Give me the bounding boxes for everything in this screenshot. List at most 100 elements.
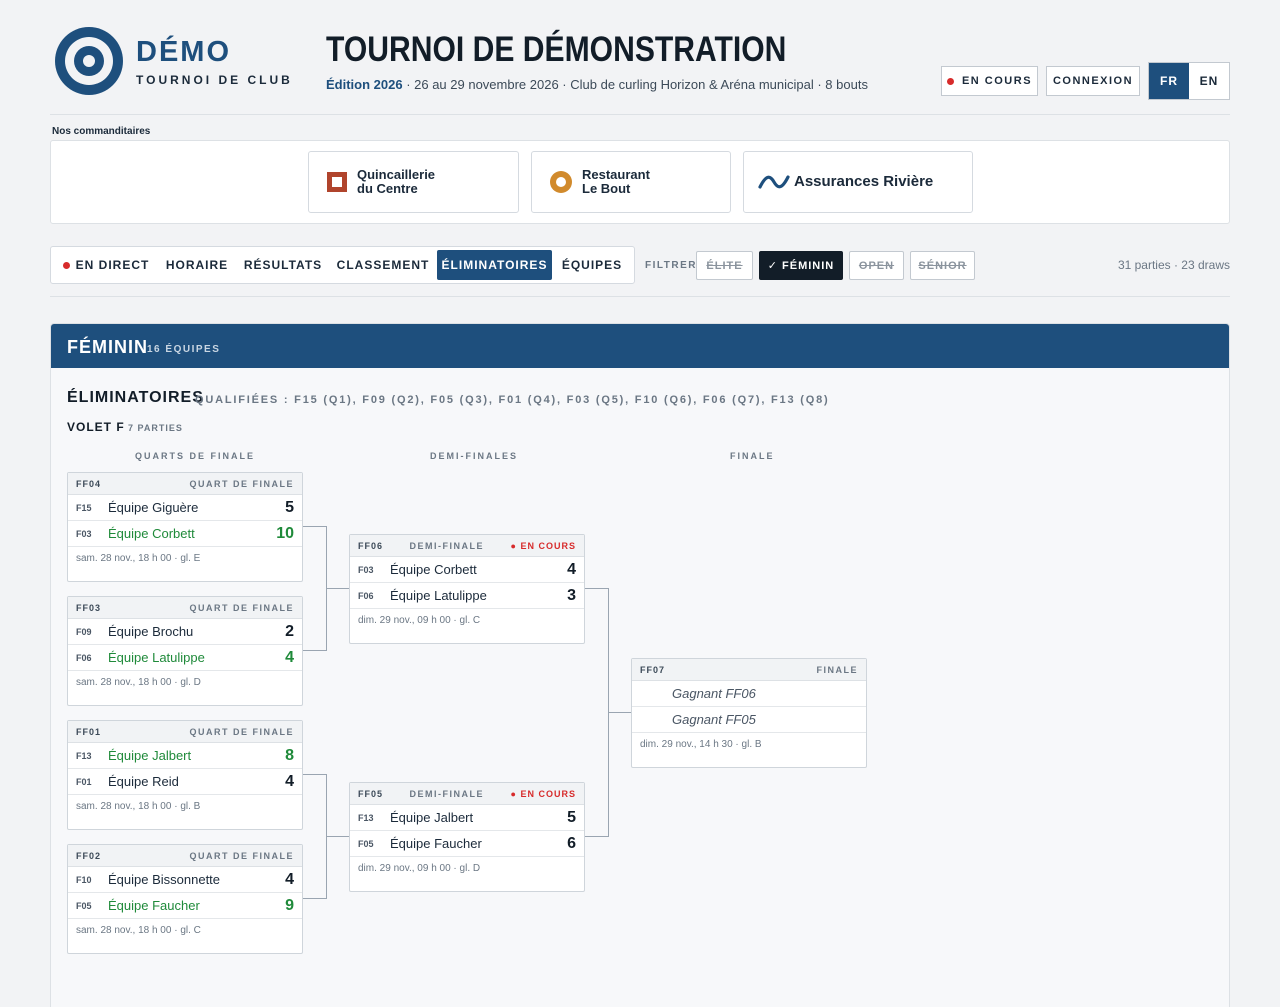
lang-en-button[interactable]: EN bbox=[1189, 63, 1229, 99]
language-switch: FR EN bbox=[1148, 62, 1230, 100]
match-id: FF05 bbox=[358, 788, 384, 799]
match-card-ff06[interactable]: FF06 DEMI-FINALE ● EN COURS F03 Équipe Corb… bbox=[349, 534, 585, 644]
match-id: FF04 bbox=[76, 478, 102, 489]
panel-header bbox=[51, 324, 1229, 368]
tab-live[interactable]: EN DIRECT bbox=[60, 250, 152, 280]
live-dot-icon bbox=[62, 261, 70, 269]
filter-senior[interactable]: SÉNIOR bbox=[910, 251, 975, 280]
team-name: Équipe Jalbert bbox=[108, 748, 192, 763]
team-name-tbd: Gagnant FF06 bbox=[672, 686, 756, 701]
match-round: QUART DE FINALE bbox=[189, 850, 294, 861]
team-row-winner: F03 Équipe Corbett 10 bbox=[68, 521, 302, 547]
tab-label: EN DIRECT bbox=[75, 258, 150, 272]
sponsor-name-2: du Centre bbox=[357, 181, 418, 196]
bracket-connector bbox=[326, 836, 349, 837]
team-seed: F06 bbox=[76, 652, 92, 663]
team-row: F13 Équipe Jalbert 5 bbox=[350, 805, 584, 831]
volet-count: 7 PARTIES bbox=[128, 423, 183, 433]
sponsor-quincaillerie[interactable]: Quincaillerie du Centre bbox=[308, 151, 519, 213]
status-label: EN COURS bbox=[961, 75, 1033, 87]
divider bbox=[50, 114, 1230, 115]
section-title: ÉLIMINATOIRES bbox=[67, 389, 204, 406]
tab-classement[interactable]: CLASSEMENT bbox=[334, 250, 432, 280]
live-status: ● EN COURS bbox=[510, 788, 576, 799]
column-header-final: FINALE bbox=[730, 451, 775, 461]
filter-label: FILTRER bbox=[645, 260, 697, 271]
panel-title: FÉMININ bbox=[67, 337, 148, 357]
team-row: F03 Équipe Corbett 4 bbox=[350, 557, 584, 583]
match-card-ff04[interactable]: FF04 QUART DE FINALE F15 Équipe Giguère 5 F… bbox=[67, 472, 303, 582]
match-round: DEMI-FINALE bbox=[409, 540, 485, 551]
filter-elite[interactable]: ÉLITE bbox=[696, 251, 753, 280]
team-name: Équipe Giguère bbox=[108, 500, 199, 515]
match-round: QUART DE FINALE bbox=[189, 602, 294, 613]
team-name: Équipe Corbett bbox=[390, 562, 477, 577]
match-id: FF01 bbox=[76, 726, 102, 737]
team-seed: F03 bbox=[76, 528, 92, 539]
team-score: 3 bbox=[567, 586, 576, 604]
lang-fr-button[interactable]: FR bbox=[1149, 63, 1189, 99]
tab-equipes[interactable]: ÉQUIPES bbox=[557, 250, 627, 280]
games-summary: 31 parties · 23 draws bbox=[1117, 258, 1230, 272]
column-header-semis: DEMI-FINALES bbox=[430, 451, 518, 461]
team-score: 2 bbox=[285, 622, 294, 640]
login-button[interactable]: CONNEXION bbox=[1046, 66, 1140, 96]
team-row: F06 Équipe Latulippe 3 bbox=[350, 583, 584, 609]
match-round: QUART DE FINALE bbox=[189, 478, 294, 489]
sponsor-name-2: Le Bout bbox=[582, 181, 631, 196]
team-score: 6 bbox=[567, 834, 576, 852]
match-id: FF06 bbox=[358, 540, 384, 551]
match-card-ff05[interactable]: FF05 DEMI-FINALE ● EN COURS F13 Équipe Jalb… bbox=[349, 782, 585, 892]
team-score: 4 bbox=[567, 560, 576, 578]
team-seed: F05 bbox=[76, 900, 92, 911]
filter-feminin[interactable]: ✓ FÉMININ bbox=[759, 251, 843, 280]
tab-horaire[interactable]: HORAIRE bbox=[160, 250, 234, 280]
team-score: 9 bbox=[285, 896, 294, 914]
logo-title: DÉMO bbox=[136, 36, 231, 68]
bracket-connector bbox=[303, 898, 326, 899]
sponsor-assurances[interactable]: Assurances Rivière bbox=[743, 151, 973, 213]
match-schedule: sam. 28 nov., 18 h 00 · gl. E bbox=[76, 553, 201, 564]
team-seed: F01 bbox=[76, 776, 92, 787]
match-card-ff03[interactable]: FF03 QUART DE FINALE F09 Équipe Brochu 2 F0… bbox=[67, 596, 303, 706]
team-row: Gagnant FF06 bbox=[632, 681, 866, 707]
team-name: Équipe Bissonnette bbox=[108, 872, 221, 887]
team-score: 4 bbox=[285, 772, 294, 790]
sponsor-restaurant[interactable]: Restaurant Le Bout bbox=[531, 151, 731, 213]
match-id: FF02 bbox=[76, 850, 102, 861]
volet-title: VOLET F bbox=[67, 420, 125, 434]
team-row: Gagnant FF05 bbox=[632, 707, 866, 733]
team-name: Équipe Faucher bbox=[108, 898, 200, 913]
team-seed: F03 bbox=[358, 564, 374, 575]
team-row: F09 Équipe Brochu 2 bbox=[68, 619, 302, 645]
team-count: 16 ÉQUIPES bbox=[147, 344, 221, 355]
wave-icon bbox=[758, 175, 790, 189]
sponsor-name: Restaurant bbox=[582, 167, 650, 182]
filter-open[interactable]: OPEN bbox=[849, 251, 904, 280]
team-score: 5 bbox=[567, 808, 576, 826]
team-seed: F13 bbox=[358, 812, 374, 823]
team-name: Équipe Jalbert bbox=[390, 810, 474, 825]
bracket-connector bbox=[326, 588, 349, 589]
divider bbox=[50, 296, 1230, 297]
match-card-ff02[interactable]: FF02 QUART DE FINALE F10 Équipe Bissonnett… bbox=[67, 844, 303, 954]
match-schedule: sam. 28 nov., 18 h 00 · gl. D bbox=[76, 677, 201, 688]
square-icon bbox=[327, 172, 347, 192]
team-seed: F06 bbox=[358, 590, 374, 601]
match-id: FF03 bbox=[76, 602, 102, 613]
column-header-quarters: QUARTS DE FINALE bbox=[135, 451, 256, 461]
team-seed: F15 bbox=[76, 502, 92, 513]
team-row: F10 Équipe Bissonnette 4 bbox=[68, 867, 302, 893]
match-schedule: sam. 28 nov., 18 h 00 · gl. B bbox=[76, 801, 201, 812]
team-row: F01 Équipe Reid 4 bbox=[68, 769, 302, 795]
team-row: F05 Équipe Faucher 6 bbox=[350, 831, 584, 857]
match-round: FINALE bbox=[816, 664, 858, 675]
bracket-connector bbox=[608, 712, 631, 713]
team-name: Équipe Corbett bbox=[108, 526, 195, 541]
tab-eliminatoires[interactable]: ÉLIMINATOIRES bbox=[437, 250, 552, 280]
match-id: FF07 bbox=[640, 664, 666, 675]
match-card-ff01[interactable]: FF01 QUART DE FINALE F13 Équipe Jalbert 8 F… bbox=[67, 720, 303, 830]
tab-resultats[interactable]: RÉSULTATS bbox=[240, 250, 326, 280]
qualified-teams: QUALIFIÉES : F15 (Q1), F09 (Q2), F05 (Q3… bbox=[195, 394, 830, 406]
match-card-ff07[interactable]: FF07 FINALE Gagnant FF06 Gagnant FF05 dim… bbox=[631, 658, 867, 768]
